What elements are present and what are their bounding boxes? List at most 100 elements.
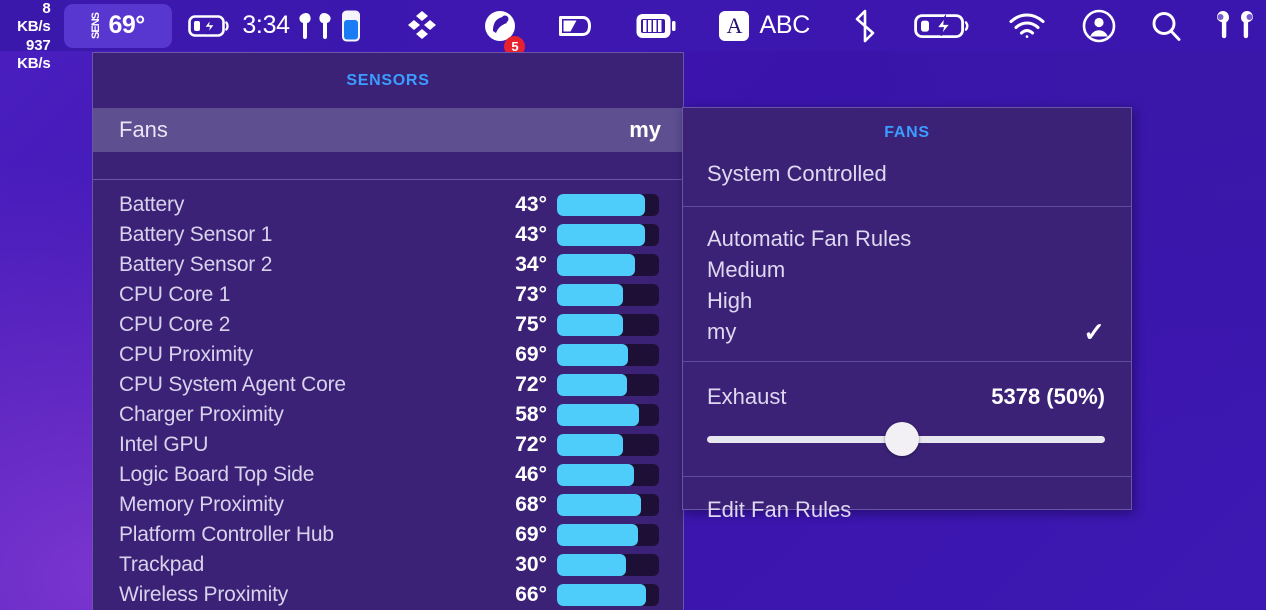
airpods-icon[interactable] <box>298 0 332 51</box>
notification-bell-icon[interactable]: 5 <box>483 0 526 57</box>
sensor-name: Intel GPU <box>119 433 209 456</box>
fan-rule-label: High <box>707 287 753 313</box>
sensor-row[interactable]: Charger Proximity 58° <box>93 400 683 430</box>
fans-submenu-panel: FANS System Controlled Automatic Fan Rul… <box>682 107 1132 522</box>
sensor-row[interactable]: CPU Core 1 73° <box>93 280 683 310</box>
sensor-row[interactable]: Battery 43° <box>93 190 683 220</box>
sensor-name: Battery Sensor 2 <box>119 253 273 276</box>
sensor-row[interactable]: Trackpad 30° <box>93 550 683 580</box>
fan-rules-group: Automatic Fan Rules Medium High my ✓ <box>683 207 1131 361</box>
sensor-level-bar-fill <box>557 404 639 426</box>
sensor-level-bar <box>557 434 659 456</box>
sensor-level-bar <box>557 404 659 426</box>
input-source-indicator[interactable]: A ABC <box>719 0 810 51</box>
fan-rule-label: Medium <box>707 256 786 282</box>
sensor-temperature: 58° <box>515 403 547 426</box>
sensor-level-bar-fill <box>557 464 634 486</box>
edit-fan-rules-group: Edit Fan Rules <box>683 477 1131 525</box>
sensor-level-bar-fill <box>557 254 635 276</box>
sensor-temperature: 46° <box>515 463 547 486</box>
slider-thumb[interactable] <box>885 422 920 456</box>
sensor-level-bar <box>557 524 659 546</box>
sensor-name: Battery <box>119 193 185 216</box>
sensor-temperature: 73° <box>515 283 547 306</box>
fans-divider-2 <box>683 361 1131 362</box>
battery-charging-icon[interactable] <box>188 0 232 51</box>
network-speed-indicator[interactable]: 8 KB/s 937 KB/s <box>6 0 54 72</box>
fans-system-controlled-item[interactable]: System Controlled <box>683 158 1131 189</box>
input-source-glyph: A <box>719 10 750 41</box>
clock[interactable]: 3:34 <box>242 0 290 51</box>
sensor-level-bar <box>557 314 659 336</box>
sensor-row[interactable]: CPU Proximity 69° <box>93 340 683 370</box>
exhaust-label: Exhaust <box>707 384 787 409</box>
power-charging-icon[interactable] <box>914 0 972 51</box>
sensor-name: Wireless Proximity <box>119 583 289 606</box>
sensor-row[interactable]: Battery Sensor 1 43° <box>93 220 683 250</box>
sensor-list: Battery 43° Battery Sensor 1 43° Battery Sen… <box>93 180 683 610</box>
battery-level-icon[interactable] <box>340 0 362 51</box>
sensor-level-bar-fill <box>557 374 628 396</box>
fan-rule-item[interactable]: Medium <box>683 254 1131 285</box>
search-icon[interactable] <box>1150 0 1182 51</box>
sensor-temperature: 69° <box>515 523 547 546</box>
fans-panel-title: FANS <box>884 124 930 141</box>
fan-rule-item[interactable]: my ✓ <box>683 316 1131 347</box>
sensor-name: Logic Board Top Side <box>119 463 315 486</box>
fans-system-controlled-label: System Controlled <box>707 160 887 186</box>
sensor-name: Platform Controller Hub <box>119 523 334 546</box>
sensor-temperature: 72° <box>515 373 547 396</box>
sensor-row[interactable]: Battery Sensor 2 34° <box>93 250 683 280</box>
menu-bar: 8 KB/s 937 KB/s SENS 69° 3:34 5 A ABC <box>0 0 1266 72</box>
sensor-temperature: 68° <box>515 493 547 516</box>
sensor-temperature: 72° <box>515 433 547 456</box>
exhaust-value: 5378 (50%) <box>991 384 1105 409</box>
sensors-separator <box>93 179 683 180</box>
fan-rule-item[interactable]: Automatic Fan Rules <box>683 223 1131 254</box>
sensor-row[interactable]: Intel GPU 72° <box>93 430 683 460</box>
sensor-row[interactable]: Platform Controller Hub 69° <box>93 520 683 550</box>
sensor-row[interactable]: Wireless Proximity 66° <box>93 580 683 610</box>
sensor-row[interactable]: CPU Core 2 75° <box>93 310 683 340</box>
sensor-temperature: 66° <box>515 583 547 606</box>
sensor-level-bar-fill <box>557 224 645 246</box>
sensors-fans-label: Fans <box>119 117 168 142</box>
sensor-name: Charger Proximity <box>119 403 284 426</box>
sensor-temperature: 30° <box>515 553 547 576</box>
stats-battery-icon[interactable] <box>635 0 677 51</box>
airpods-pro-icon[interactable] <box>1212 0 1258 51</box>
sensor-row[interactable]: CPU System Agent Core 72° <box>93 370 683 400</box>
sensor-row[interactable]: Logic Board Top Side 46° <box>93 460 683 490</box>
sensor-level-bar-fill <box>557 524 638 546</box>
sensor-level-bar <box>557 494 659 516</box>
sensors-dropdown-panel: SENSORS Fans my Battery 43° Battery Sensor… <box>92 52 684 610</box>
sensor-name: CPU Core 2 <box>119 313 231 336</box>
sensors-menubar-badge[interactable]: SENS 69° <box>64 3 173 48</box>
bluetooth-icon[interactable] <box>852 0 878 51</box>
exhaust-speed-slider[interactable] <box>707 422 1105 456</box>
network-download-speed: 937 KB/s <box>17 36 51 72</box>
edit-fan-rules-item[interactable]: Edit Fan Rules <box>683 494 1131 525</box>
fan-rule-label: Automatic Fan Rules <box>707 225 912 251</box>
sensor-name: Memory Proximity <box>119 493 284 516</box>
sensor-temperature: 43° <box>515 193 547 216</box>
input-source-label: ABC <box>759 11 810 39</box>
dropbox-icon[interactable] <box>405 0 439 51</box>
sensor-level-bar <box>557 194 659 216</box>
exhaust-fan-group: Exhaust 5378 (50%) <box>683 362 1131 476</box>
fan-rule-item[interactable]: High <box>683 285 1131 316</box>
sensor-temperature: 69° <box>515 343 547 366</box>
fans-divider-1 <box>683 206 1131 207</box>
sensor-name: CPU Proximity <box>119 343 253 366</box>
sensor-level-bar <box>557 464 659 486</box>
sensor-level-bar <box>557 254 659 276</box>
sensor-level-bar-fill <box>557 434 624 456</box>
wifi-icon[interactable] <box>1008 0 1046 51</box>
account-icon[interactable] <box>1082 0 1116 51</box>
sensor-row[interactable]: Memory Proximity 68° <box>93 490 683 520</box>
sensor-level-bar <box>557 344 659 366</box>
stats-disk-icon[interactable] <box>557 0 593 51</box>
sensors-fans-row[interactable]: Fans my <box>93 108 683 152</box>
sensor-level-bar <box>557 224 659 246</box>
fan-rule-label: my <box>707 318 737 344</box>
